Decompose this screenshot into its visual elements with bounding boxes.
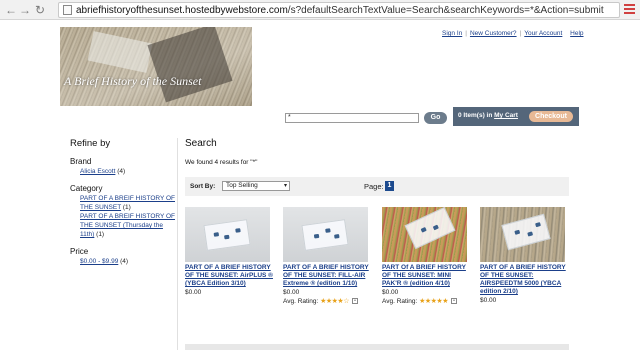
sign-in-link[interactable]: Sign In — [442, 30, 462, 37]
price-section: Price $0.00 - $9.99 (4) — [70, 247, 178, 266]
product-image[interactable] — [382, 207, 467, 262]
product-title-link[interactable]: PART Of A BRIEF HISTORY OF THE SUNSET: M… — [382, 264, 466, 287]
help-link[interactable]: Help — [570, 30, 583, 37]
product-price: $0.00 — [480, 297, 497, 304]
page-label: Page: — [364, 182, 384, 191]
star-rating-icon: ★★★★☆ — [320, 298, 349, 305]
url-path: /s?defaultSearchTextValue=Search&searchK… — [287, 5, 604, 16]
product-title-link[interactable]: PART OF A BRIEF HISTORY OF THE SUNSET: F… — [283, 264, 369, 287]
sort-select[interactable]: Top Selling ▾ — [222, 181, 290, 191]
search-input[interactable]: * — [285, 113, 419, 123]
product-card: PART Of A BRIEF HISTORY OF THE SUNSET: M… — [382, 207, 470, 306]
forward-icon[interactable]: → — [18, 3, 32, 17]
address-bar[interactable]: abriefhistoryofthesunset.hostedbywebstor… — [58, 2, 620, 18]
price-link[interactable]: $0.00 - $9.99 — [80, 258, 118, 265]
account-links: Sign In | New Customer? | Your Account Help — [442, 30, 584, 37]
page-icon — [63, 5, 72, 15]
product-image[interactable] — [283, 207, 368, 262]
cart-count: 0 Item(s) in My Cart — [458, 112, 518, 119]
store-banner[interactable]: A Brief History of the Sunset — [60, 27, 252, 106]
category-item: PART OF A BREIF HISTORY OF THE SUNSET (T… — [80, 213, 175, 238]
product-price: $0.00 — [283, 289, 300, 296]
brand-section: Brand Alicia Escott (4) — [70, 157, 178, 176]
footer-bar — [185, 344, 569, 350]
star-rating-icon: ★★★★★ — [419, 298, 448, 305]
banner-title: A Brief History of the Sunset — [64, 74, 202, 88]
refine-panel: Refine by Brand Alicia Escott (4) Catego… — [70, 138, 178, 274]
cart-box: 0 Item(s) in My Cart Checkout — [453, 107, 579, 126]
product-image[interactable] — [480, 207, 565, 262]
price-title: Price — [70, 247, 89, 256]
results-message: We found 4 results for "*" — [185, 159, 258, 166]
rating-info-icon[interactable]: • — [352, 298, 358, 305]
brand-link[interactable]: Alicia Escott — [80, 168, 115, 175]
product-image[interactable] — [185, 207, 270, 262]
refine-title: Refine by — [70, 138, 111, 149]
category-section: Category PART OF A BREIF HISTORY OF THE … — [70, 184, 178, 239]
category-link[interactable]: PART OF A BREIF HISTORY OF THE SUNSET (T… — [80, 213, 175, 238]
banner-image-detail — [87, 31, 153, 73]
product-rating: Avg. Rating: ★★★★★ • — [382, 297, 470, 306]
category-item: PART OF A BREIF HISTORY OF THE SUNSET (1… — [80, 195, 175, 211]
category-title: Category — [70, 184, 103, 193]
page-number[interactable]: 1 — [385, 181, 394, 191]
url-domain: abriefhistoryofthesunset.hostedbywebstor… — [76, 5, 288, 16]
column-divider — [177, 138, 178, 350]
sort-bar: Sort By: Top Selling ▾ Page: 1 — [185, 177, 569, 196]
my-cart-link[interactable]: My Cart — [494, 112, 518, 119]
page-title: Search — [185, 138, 217, 149]
product-price: $0.00 — [185, 289, 202, 296]
product-card: PART OF A BRIEF HISTORY OF THE SUNSET: F… — [283, 207, 371, 306]
rating-label: Avg. Rating: — [283, 298, 319, 305]
product-title-link[interactable]: PART OF A BRIEF HISTORY OF THE SUNSET: A… — [480, 264, 566, 295]
your-account-link[interactable]: Your Account — [524, 30, 562, 37]
back-icon[interactable]: ← — [4, 3, 18, 17]
rating-label: Avg. Rating: — [382, 298, 418, 305]
reload-icon[interactable]: ↻ — [33, 3, 47, 17]
price-item: $0.00 - $9.99 (4) — [80, 258, 129, 265]
checkout-button[interactable]: Checkout — [529, 111, 573, 122]
product-card: PART OF A BRIEF HISTORY OF THE SUNSET: A… — [185, 207, 273, 297]
banner-image-detail — [147, 27, 233, 103]
brand-item: Alicia Escott (4) — [80, 168, 126, 175]
product-title-link[interactable]: PART OF A BRIEF HISTORY OF THE SUNSET: A… — [185, 264, 273, 287]
product-card: PART OF A BRIEF HISTORY OF THE SUNSET: A… — [480, 207, 568, 305]
browser-menu-icon[interactable] — [624, 4, 635, 15]
chevron-down-icon: ▾ — [283, 183, 287, 189]
brand-title: Brand — [70, 157, 92, 166]
rating-info-icon[interactable]: • — [451, 298, 457, 305]
new-customer-link[interactable]: New Customer? — [470, 30, 517, 37]
product-rating: Avg. Rating: ★★★★☆ • — [283, 297, 371, 306]
browser-toolbar: ← → ↻ abriefhistoryofthesunset.hostedbyw… — [0, 0, 640, 20]
sort-label: Sort By: — [190, 183, 216, 190]
go-button[interactable]: Go — [424, 112, 447, 124]
url-text: abriefhistoryofthesunset.hostedbywebstor… — [76, 4, 604, 17]
product-price: $0.00 — [382, 289, 399, 296]
